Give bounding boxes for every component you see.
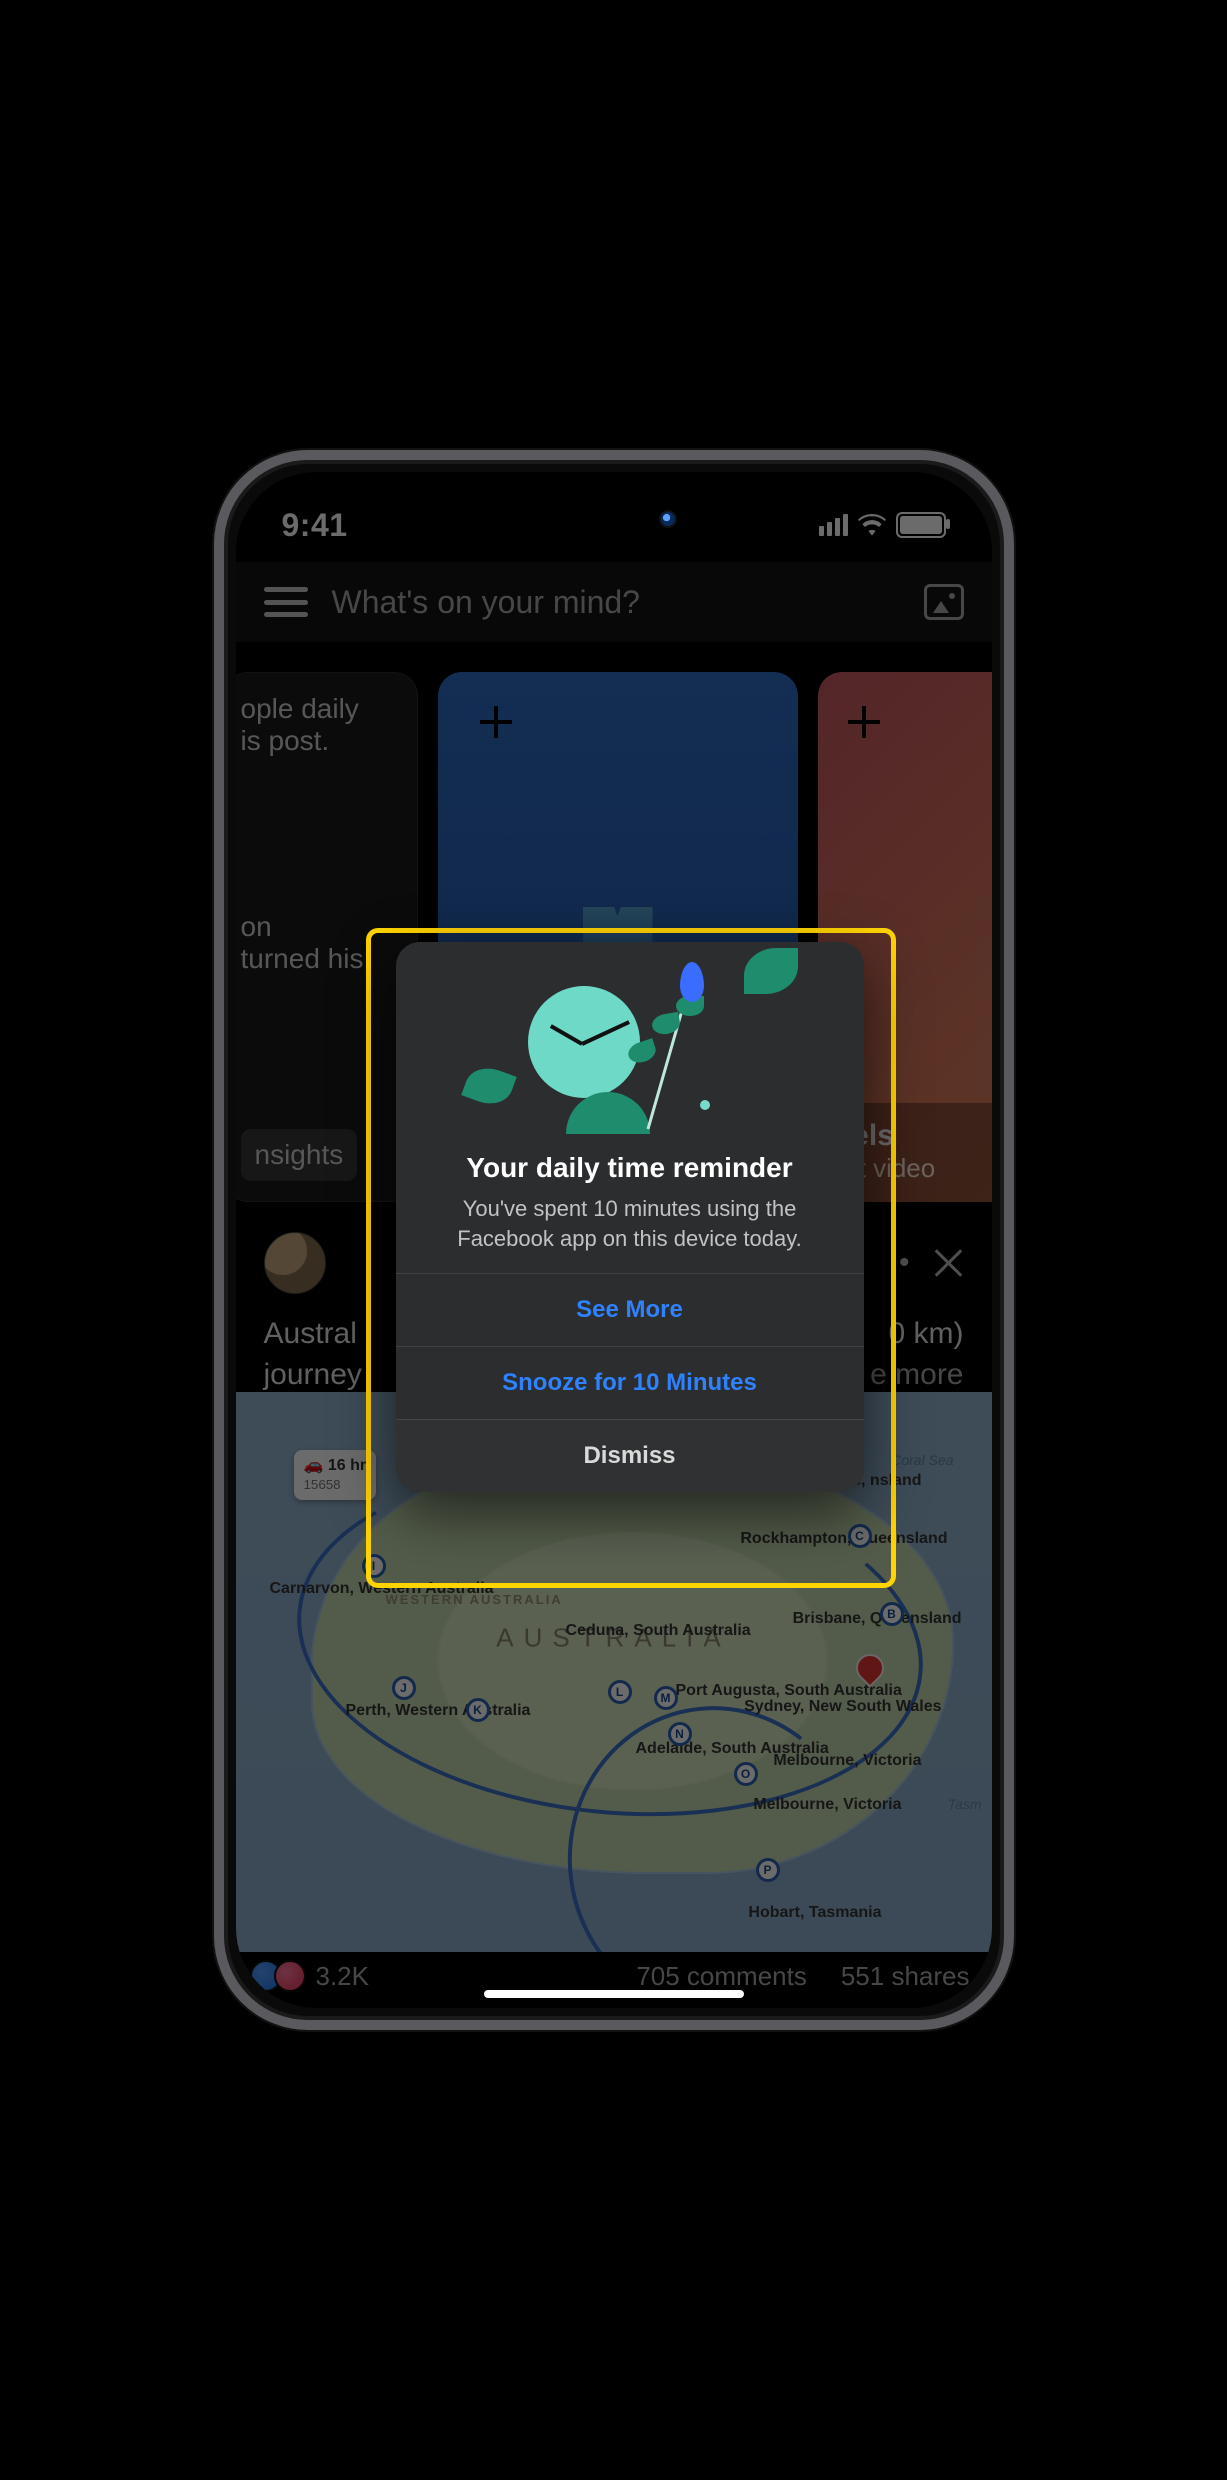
map-label: Brisbane, Queensland bbox=[793, 1610, 962, 1628]
flower-icon bbox=[680, 962, 704, 1002]
map-trip-card: 🚗 16 hr15658 bbox=[294, 1450, 377, 1500]
iphone-frame: 9:41 What's on your mind? ople bbox=[214, 450, 1014, 2030]
insights-button[interactable]: nsights bbox=[241, 1129, 358, 1181]
map-region-label: WESTERN AUSTRALIA bbox=[386, 1592, 563, 1607]
plus-icon bbox=[848, 706, 880, 738]
map-pin-icon: K bbox=[466, 1698, 490, 1722]
map-pin-icon: J bbox=[392, 1676, 416, 1700]
map-pin-icon: M bbox=[654, 1686, 678, 1710]
comments-count[interactable]: 705 comments bbox=[636, 1961, 807, 1992]
partial-text: is post. bbox=[241, 725, 401, 757]
partial-text: ople daily bbox=[241, 693, 401, 725]
map-label: Sydney, New South Wales bbox=[744, 1698, 941, 1716]
dynamic-island bbox=[499, 488, 729, 550]
menu-icon[interactable] bbox=[264, 587, 308, 617]
wifi-icon bbox=[858, 514, 886, 536]
map-pin-icon: L bbox=[608, 1680, 632, 1704]
shares-count[interactable]: 551 shares bbox=[841, 1961, 970, 1992]
modal-body: You've spent 10 minutes using the Facebo… bbox=[396, 1194, 864, 1273]
love-icon bbox=[274, 1960, 306, 1992]
map-sea-label: Tasm bbox=[948, 1796, 982, 1812]
reactions-icon[interactable] bbox=[258, 1960, 306, 1992]
modal-illustration bbox=[396, 942, 864, 1152]
cellular-icon bbox=[819, 514, 848, 536]
map-label: Perth, Western Australia bbox=[346, 1702, 531, 1720]
map-pin-icon: B bbox=[880, 1602, 904, 1626]
snooze-button[interactable]: Snooze for 10 Minutes bbox=[396, 1346, 864, 1419]
dot-icon bbox=[700, 1100, 710, 1110]
time-reminder-modal: Your daily time reminder You've spent 10… bbox=[396, 942, 864, 1492]
avatar[interactable] bbox=[264, 1232, 326, 1294]
plus-icon bbox=[480, 706, 512, 738]
hill-icon bbox=[566, 1092, 650, 1134]
photo-icon[interactable] bbox=[924, 584, 964, 620]
front-camera-icon bbox=[661, 512, 675, 526]
map-pin-icon: O bbox=[734, 1762, 758, 1786]
composer-placeholder[interactable]: What's on your mind? bbox=[332, 584, 900, 621]
composer-bar[interactable]: What's on your mind? bbox=[236, 562, 992, 642]
leaf-icon bbox=[744, 948, 798, 994]
map-label: Melbourne, Victoria bbox=[753, 1796, 901, 1814]
see-more-button[interactable]: See More bbox=[396, 1273, 864, 1346]
leaf-icon bbox=[461, 1061, 517, 1111]
status-time: 9:41 bbox=[282, 507, 348, 544]
map-sea-label: Coral Sea bbox=[891, 1452, 953, 1468]
map-label: Adelaide, South Australia bbox=[636, 1740, 829, 1758]
reaction-count[interactable]: 3.2K bbox=[316, 1961, 370, 1992]
battery-icon bbox=[896, 512, 946, 538]
post-caption-fragment: Austral bbox=[264, 1314, 362, 1355]
close-icon[interactable] bbox=[932, 1247, 964, 1279]
map-pin-icon: P bbox=[756, 1858, 780, 1882]
dismiss-button[interactable]: Dismiss bbox=[396, 1419, 864, 1492]
map-label: Ceduna, South Australia bbox=[566, 1622, 751, 1640]
home-indicator[interactable] bbox=[484, 1990, 744, 1998]
post-caption-fragment: journey bbox=[264, 1355, 362, 1396]
modal-title: Your daily time reminder bbox=[396, 1152, 864, 1194]
more-icon[interactable]: • bbox=[899, 1246, 914, 1280]
map-label: Hobart, Tasmania bbox=[748, 1904, 881, 1922]
map-pin-icon: N bbox=[668, 1722, 692, 1746]
